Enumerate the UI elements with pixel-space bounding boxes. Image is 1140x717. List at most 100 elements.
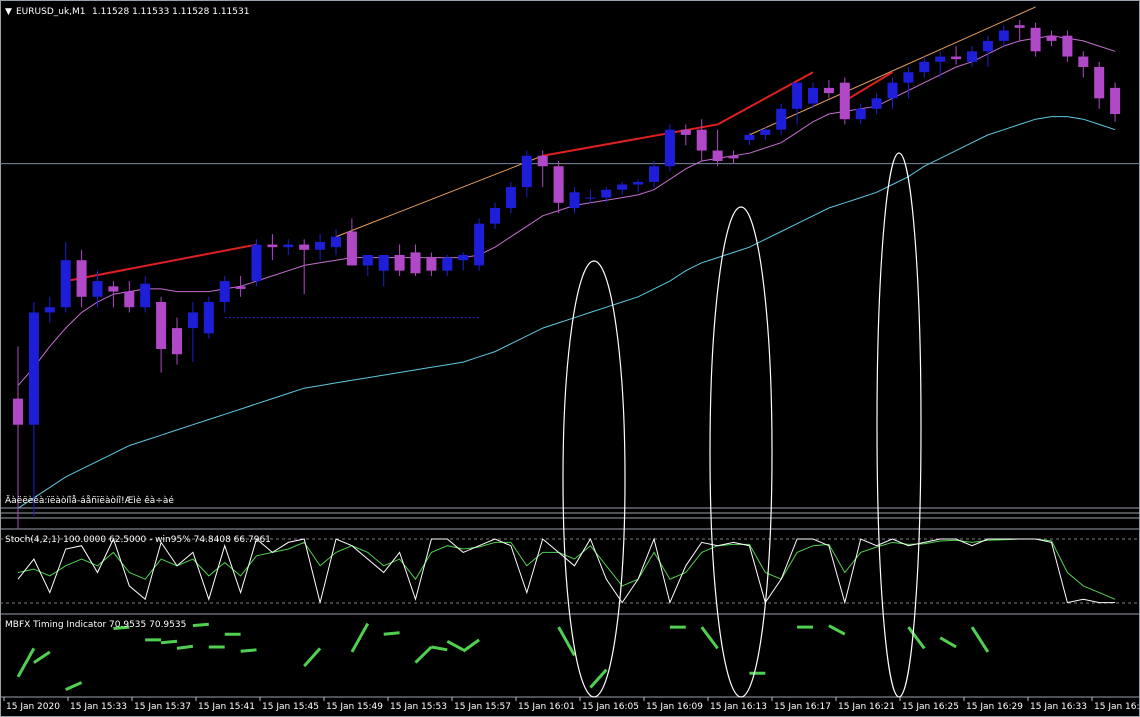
candle-body: [1014, 25, 1025, 28]
candle-body: [839, 82, 850, 120]
candle-body: [664, 129, 675, 167]
candle-body: [267, 244, 278, 248]
mbfx-segment: [350, 622, 370, 653]
candle: [156, 296, 167, 373]
candle: [362, 255, 373, 276]
candle-body: [505, 187, 516, 208]
candle: [172, 317, 182, 365]
mbfx-caption: MBFX Timing Indicator 70.9535 70.9535: [5, 620, 186, 630]
candle: [44, 296, 55, 323]
candle: [569, 187, 580, 214]
candle: [712, 129, 723, 167]
candle: [76, 249, 87, 308]
trendline-5: [749, 6, 1036, 136]
candle-body: [76, 260, 87, 297]
mbfx-segment: [240, 648, 257, 653]
candle: [267, 234, 278, 261]
candle: [887, 77, 898, 109]
candle-body: [156, 302, 167, 349]
menu-glyph[interactable]: ▼: [5, 7, 12, 17]
candle: [108, 281, 119, 308]
candle: [649, 161, 659, 188]
candle-body: [1062, 35, 1073, 57]
candle: [346, 218, 357, 266]
candle-body: [426, 257, 437, 271]
candle: [187, 302, 198, 363]
trendline-1: [65, 243, 257, 283]
x-tick-label: 15 Jan 15:49: [326, 702, 383, 712]
candle-body: [776, 108, 787, 130]
mbfx-segment: [462, 638, 480, 653]
candle-body: [1046, 35, 1057, 41]
candle: [283, 239, 294, 255]
candle-body: [299, 244, 310, 250]
candle-body: [601, 189, 612, 198]
candle-body: [172, 328, 182, 355]
candle-body: [919, 61, 930, 73]
candle: [378, 255, 389, 287]
candle: [442, 255, 453, 276]
candle: [664, 124, 675, 172]
candle: [553, 161, 564, 214]
candles[interactable]: [13, 20, 1121, 530]
candle: [1014, 20, 1025, 41]
highlight-ellipse: [876, 152, 922, 698]
candle-body: [140, 283, 151, 308]
candle-body: [967, 51, 977, 62]
x-tick-label: 15 Jan 16:13: [710, 702, 767, 712]
candle: [1030, 22, 1041, 57]
mbfx-segment: [303, 647, 322, 668]
candle: [792, 82, 803, 125]
mbfx-segment: [160, 639, 178, 645]
x-tick-label: 15 Jan 16:05: [582, 702, 639, 712]
candle: [490, 202, 500, 229]
candle: [474, 218, 485, 271]
candle-body: [553, 166, 564, 203]
moving-averages: [17, 35, 1116, 509]
x-tick-label: 15 Jan 16:01: [518, 702, 575, 712]
candle-body: [633, 181, 644, 185]
grid-layer: [0, 0, 1140, 717]
trendline-3: [542, 123, 718, 157]
candle: [219, 275, 230, 313]
candle-body: [1110, 87, 1121, 114]
x-tick-label: 15 Jan 16:09: [646, 702, 703, 712]
candle-body: [283, 244, 294, 248]
mbfx-segment: [192, 622, 209, 628]
candle-body: [458, 255, 469, 261]
mbfx-segment: [383, 631, 400, 636]
mbfx-segment: [700, 626, 719, 650]
highlight-ellipse: [562, 260, 626, 698]
x-tick-label: 15 Jan 16:33: [1030, 702, 1087, 712]
x-tick-label: 15 Jan 15:45: [262, 702, 319, 712]
candle-body: [60, 260, 71, 308]
x-axis: 15 Jan 2020 15 Jan 15:33 15 Jan 15:37 15 Ja…: [3, 697, 1140, 712]
x-tick-label: 15 Jan 15:41: [198, 702, 255, 712]
candle: [315, 234, 326, 261]
candle: [617, 181, 628, 195]
candle-body: [951, 56, 962, 60]
candle: [505, 181, 516, 214]
candle: [919, 56, 930, 78]
ma-fast-line: [17, 35, 1116, 386]
candle-body: [998, 30, 1009, 41]
candle: [839, 77, 850, 125]
stoch-main-line: [17, 537, 1116, 605]
candle-body: [537, 155, 548, 167]
candle: [251, 239, 262, 287]
candle: [235, 275, 246, 297]
candle-body: [251, 244, 262, 282]
mbfx-segments: [16, 622, 990, 691]
highlight-ellipse: [709, 206, 773, 698]
candle-body: [346, 231, 357, 266]
candle-body: [219, 281, 230, 302]
candle-body: [728, 155, 739, 159]
x-tick-label: 15 Jan 16:21: [838, 702, 895, 712]
x-tick-label: 15 Jan 15:57: [454, 702, 511, 712]
candle: [1110, 82, 1121, 122]
candle: [998, 25, 1009, 47]
x-tick-label: 15 Jan 2020: [6, 702, 60, 712]
candle-body: [935, 56, 946, 62]
candle-body: [887, 82, 898, 99]
stochastic-lines: [17, 537, 1116, 605]
